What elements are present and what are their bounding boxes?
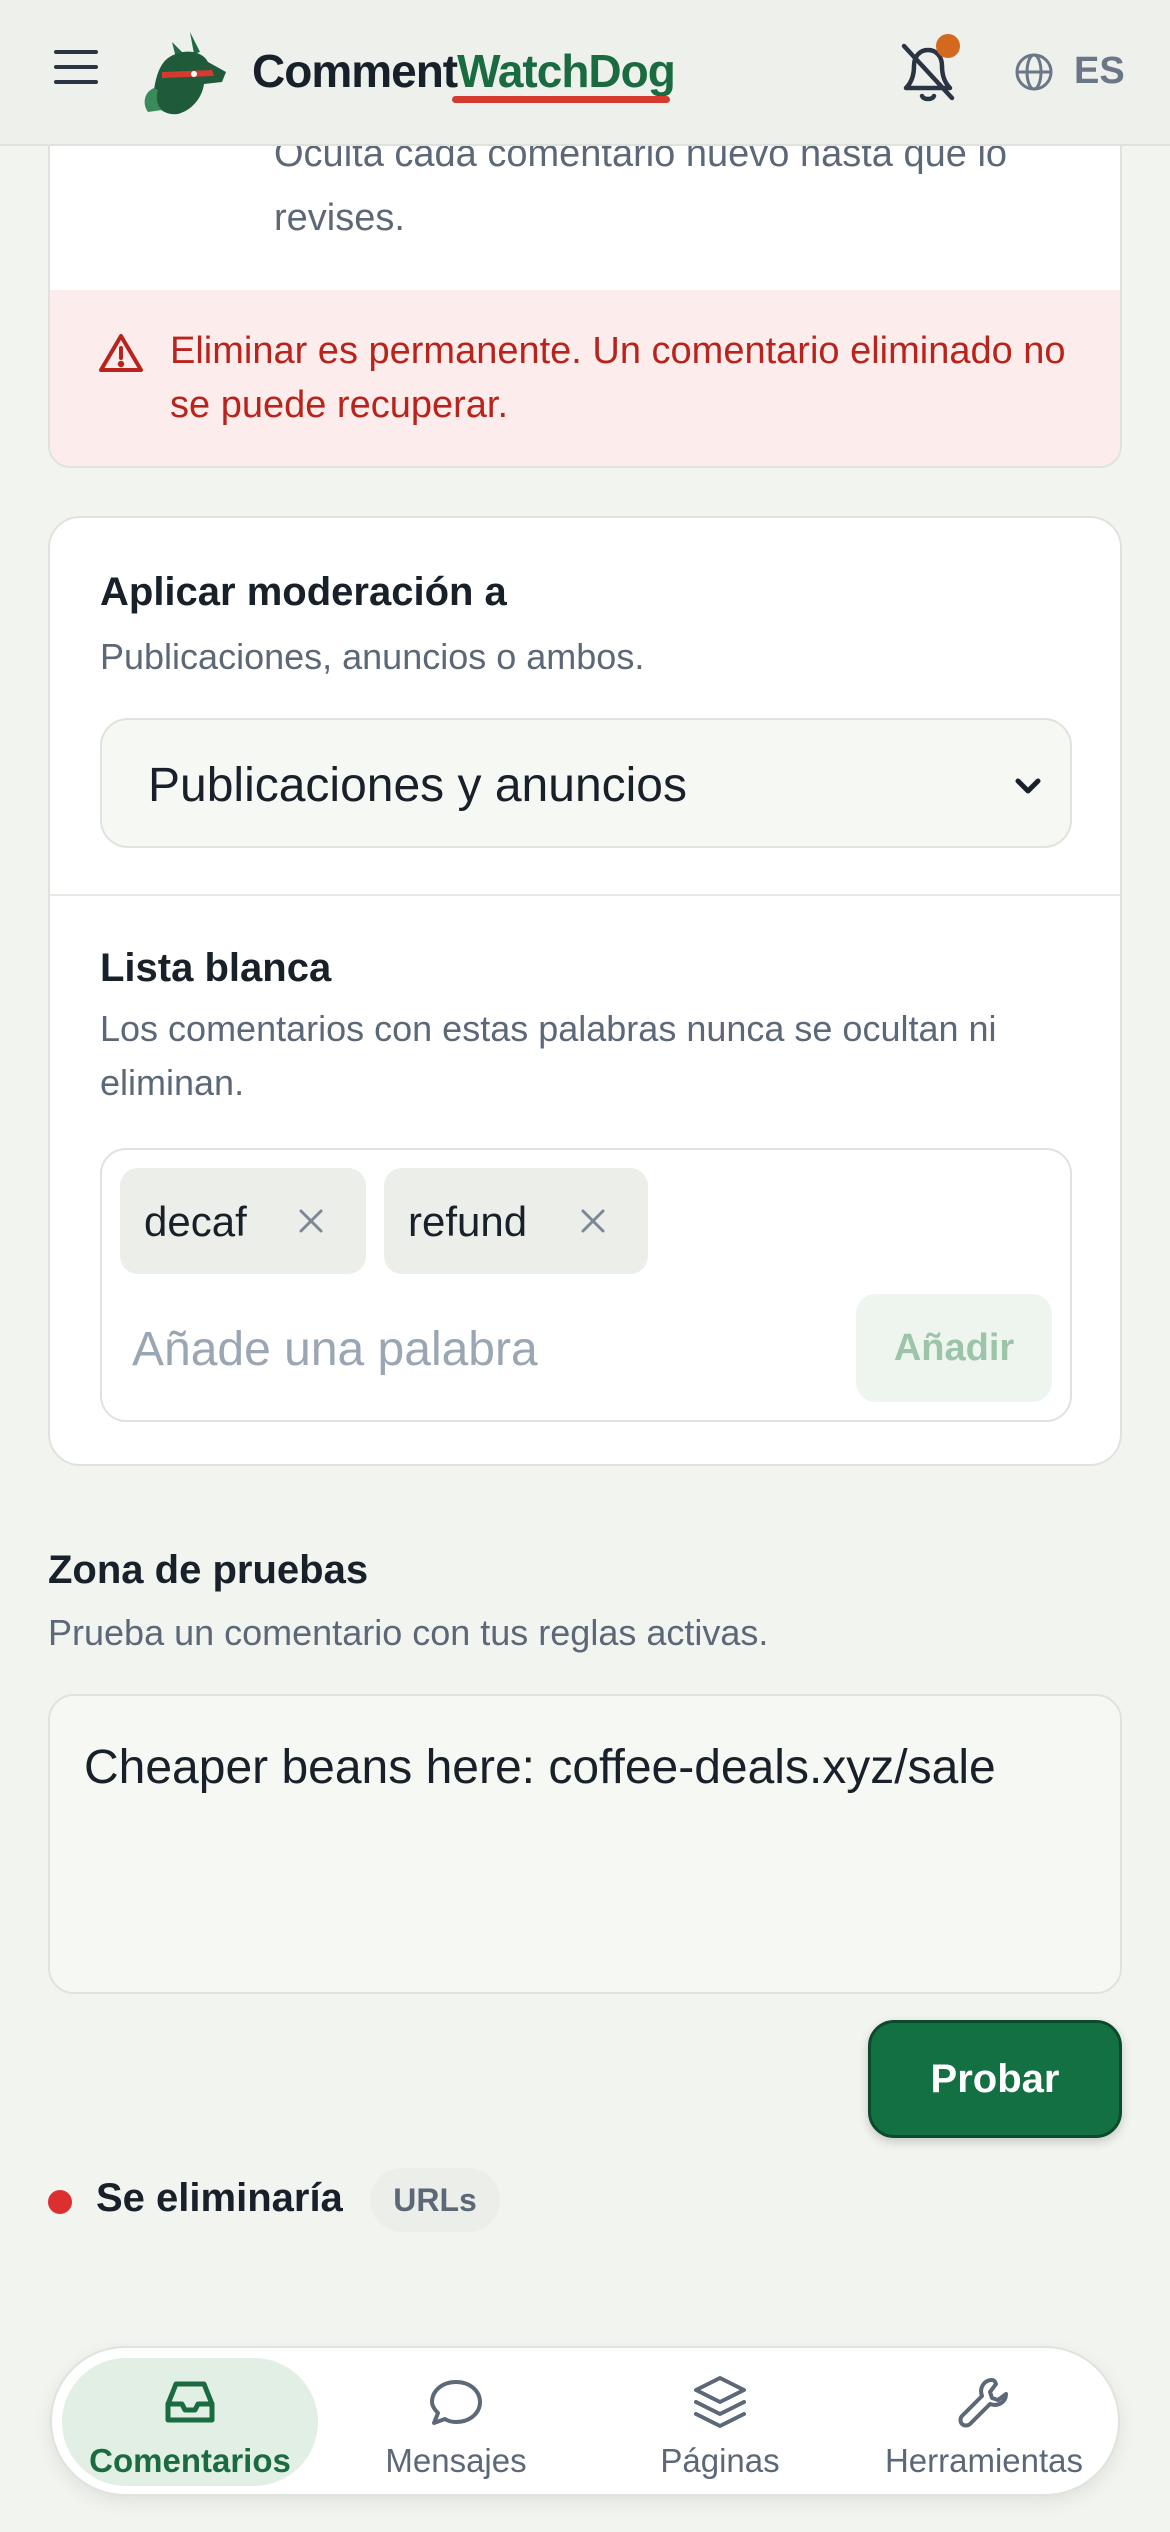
- result-reason-badge: URLs: [370, 2168, 500, 2232]
- result-status-dot: [48, 2190, 72, 2214]
- test-comment-textarea[interactable]: Cheaper beans here: coffee-deals.xyz/sal…: [48, 1694, 1122, 1994]
- watchdog-logo-icon: [144, 32, 226, 115]
- nav-item-mensajes[interactable]: Mensajes: [328, 2358, 584, 2486]
- nav-item-herramientas[interactable]: Herramientas: [856, 2358, 1112, 2486]
- nav-label: Mensajes: [385, 2442, 527, 2479]
- nav-label: Comentarios: [89, 2442, 291, 2479]
- test-comment-value: Cheaper beans here: coffee-deals.xyz/sal…: [84, 1741, 996, 1794]
- remove-chip-icon[interactable]: [578, 1206, 608, 1236]
- chat-bubble-icon: [430, 2380, 482, 2425]
- whitelist-title: Lista blanca: [100, 946, 332, 990]
- add-word-button[interactable]: Añadir: [856, 1294, 1052, 1402]
- brand-name[interactable]: CommentWatchDog: [252, 44, 676, 98]
- chip-label: refund: [408, 1198, 528, 1245]
- chevron-down-icon: [1015, 778, 1041, 794]
- layers-icon: [694, 2376, 746, 2428]
- apply-to-selected-value: Publicaciones y anuncios: [148, 759, 687, 812]
- result-label: Se eliminaría: [96, 2176, 343, 2220]
- remove-chip-icon[interactable]: [296, 1206, 326, 1236]
- apply-to-subtitle: Publicaciones, anuncios o ambos.: [100, 636, 645, 677]
- brand-name-part1: Comment: [252, 45, 458, 97]
- sandbox-subtitle: Prueba un comentario con tus reglas acti…: [48, 1612, 769, 1653]
- nav-label: Páginas: [660, 2442, 780, 2479]
- notification-dot: [936, 34, 960, 58]
- whitelist-subtitle: Los comentarios con estas palabras nunca…: [100, 1008, 997, 1103]
- inbox-icon: [165, 2381, 215, 2423]
- top-bar: CommentWatchDog ES: [0, 0, 1170, 146]
- globe-icon[interactable]: [1014, 52, 1054, 92]
- whitelist-chip: refund: [384, 1168, 648, 1274]
- test-button[interactable]: Probar: [868, 2020, 1122, 2138]
- brand-name-part2: WatchDog: [457, 45, 676, 97]
- apply-to-title: Aplicar moderación a: [100, 570, 507, 614]
- nav-label: Herramientas: [884, 2442, 1084, 2479]
- warning-triangle-icon: [99, 334, 143, 372]
- delete-warning-banner: Eliminar es permanente. Un comentario el…: [50, 290, 1120, 466]
- chip-label: decaf: [144, 1198, 247, 1245]
- section-divider: [50, 894, 1120, 896]
- moderation-settings-card: Aplicar moderación a Publicaciones, anun…: [48, 516, 1122, 1466]
- menu-icon[interactable]: [54, 50, 104, 94]
- add-word-input[interactable]: Añade una palabra: [132, 1322, 538, 1377]
- sandbox-title: Zona de pruebas: [48, 1548, 369, 1592]
- moderation-mode-card: Oculta cada comentario nuevo hasta que l…: [48, 100, 1122, 468]
- warning-text: Eliminar es permanente. Un comentario el…: [170, 330, 1066, 426]
- whitelist-tag-input[interactable]: decaf refund Añade una palabra Añadir: [100, 1148, 1072, 1422]
- language-selector[interactable]: ES: [1074, 50, 1125, 93]
- brand-underline: [452, 96, 670, 103]
- nav-item-comentarios[interactable]: Comentarios: [62, 2358, 318, 2486]
- bottom-navigation: Comentarios Mensajes Páginas Herramienta…: [50, 2346, 1120, 2496]
- apply-to-select[interactable]: Publicaciones y anuncios: [100, 718, 1072, 848]
- wrench-icon: [958, 2378, 1008, 2428]
- whitelist-chip: decaf: [120, 1168, 366, 1274]
- nav-item-paginas[interactable]: Páginas: [592, 2358, 848, 2486]
